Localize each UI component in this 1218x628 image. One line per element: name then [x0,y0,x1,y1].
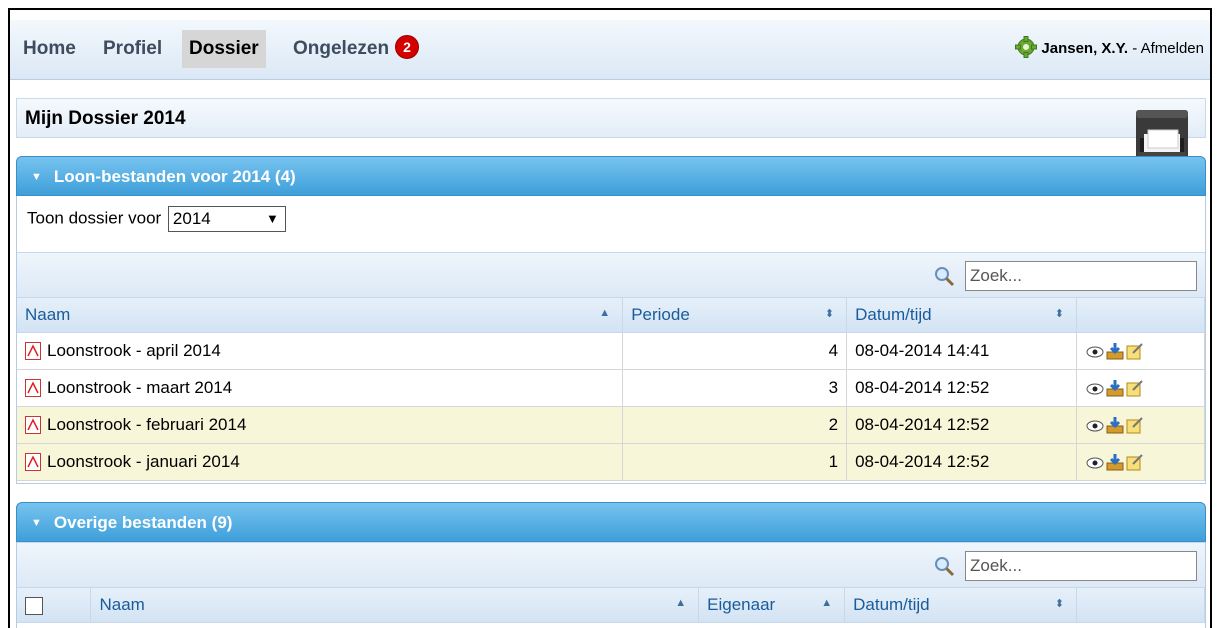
date-cell: 08-04-2014 12:52 [846,443,1077,481]
column-naam[interactable]: Naam ▲ [90,588,700,623]
eye-icon[interactable] [1085,378,1105,398]
loon-panel-title: Loon-bestanden voor 2014 (4) [53,167,296,186]
pdf-icon [25,415,41,434]
table-row[interactable]: Loonstrook - april 2014 4 08-04-2014 14:… [17,332,1205,370]
loon-panel-body: Toon dossier voor 2014 ▼ Zoek... Naam ▲ Pe… [16,196,1206,484]
download-icon[interactable] [1105,341,1125,361]
eye-icon[interactable] [1085,415,1105,435]
pdf-icon [25,452,41,471]
edit-note-icon[interactable] [1125,341,1145,361]
period-cell: 3 [622,369,848,407]
overige-table-header: Naam ▲ Eigenaar ▲ Datum/tijd ⬍ [17,588,1205,623]
year-select-value: 2014 [172,209,211,228]
column-datum-label: Datum/tijd [853,595,930,614]
nav-home[interactable]: Home [16,30,83,68]
file-name[interactable]: Loonstrook - april 2014 [47,341,221,360]
column-periode[interactable]: Periode ⬍ [622,298,848,333]
overige-panel-body: Zoek... Naam ▲ Eigenaar ▲ Datum/tijd ⬍ [16,542,1206,628]
app-frame: Home Profiel Dossier Ongelezen 2 Jansen, … [8,8,1212,628]
pdf-icon [25,341,41,360]
magnifier-icon [935,557,955,577]
column-periode-label: Periode [631,305,690,324]
top-navigation: Home Profiel Dossier Ongelezen 2 Jansen, … [10,20,1210,80]
logout-link[interactable]: Afmelden [1141,40,1204,57]
download-icon[interactable] [1105,452,1125,472]
user-name[interactable]: Jansen, X.Y. [1041,40,1128,57]
download-icon[interactable] [1105,415,1125,435]
user-box: Jansen, X.Y. - Afmelden [1015,36,1204,60]
period-cell: 1 [622,443,848,481]
page-title: Mijn Dossier 2014 [16,98,1206,138]
loon-table: Naam ▲ Periode ⬍ Datum/tijd ⬍ Loonstrook - … [17,298,1205,481]
overige-toolbar: Zoek... [17,542,1205,588]
table-row[interactable]: Loonstrook - januari 2014 1 08-04-2014 1… [17,443,1205,481]
chevron-down-icon: ▼ [266,211,279,226]
column-actions [1076,298,1205,333]
column-actions [1076,588,1205,623]
magnifier-icon [935,267,955,287]
unread-badge: 2 [395,34,420,59]
sort-both-icon: ⬍ [1054,308,1064,320]
sort-asc-icon: ▲ [675,597,687,609]
table-row[interactable]: Loonstrook - februari 2014 2 08-04-2014 … [17,406,1205,444]
column-naam-label: Naam [25,305,71,324]
year-select[interactable]: 2014 ▼ [167,206,286,232]
loon-table-header: Naam ▲ Periode ⬍ Datum/tijd ⬍ [17,298,1205,333]
date-cell: 08-04-2014 12:52 [846,406,1077,444]
select-all-column [17,588,92,623]
triangle-down-icon: ▼ [31,517,42,529]
nav-dossier[interactable]: Dossier [182,30,266,68]
sort-both-icon: ⬍ [824,308,835,320]
date-cell: 08-04-2014 12:52 [846,369,1077,407]
nav-ongelezen[interactable]: Ongelezen 2 [286,30,426,68]
download-icon[interactable] [1105,378,1125,398]
year-filter: Toon dossier voor 2014 ▼ [27,206,286,232]
pdf-icon [25,378,41,397]
loon-panel-header[interactable]: ▼ Loon-bestanden voor 2014 (4) [16,156,1206,196]
column-naam-label: Naam [99,595,145,614]
sort-asc-icon: ▲ [821,597,833,609]
table-row[interactable]: Loonstrook - maart 2014 3 08-04-2014 12:… [17,369,1205,407]
file-name[interactable]: Loonstrook - februari 2014 [47,415,246,434]
column-datum-label: Datum/tijd [855,305,932,324]
loon-search-input[interactable]: Zoek... [965,261,1197,291]
select-all-checkbox[interactable] [25,596,43,615]
overige-panel-header[interactable]: ▼ Overige bestanden (9) [16,502,1206,542]
user-separator: - [1128,39,1141,57]
column-eigenaar[interactable]: Eigenaar ▲ [698,588,846,623]
overige-table: Naam ▲ Eigenaar ▲ Datum/tijd ⬍ [17,588,1205,623]
eye-icon[interactable] [1085,341,1105,361]
date-cell: 08-04-2014 14:41 [846,332,1077,370]
column-datum[interactable]: Datum/tijd ⬍ [846,298,1077,333]
edit-note-icon[interactable] [1125,415,1145,435]
column-naam[interactable]: Naam ▲ [17,298,624,333]
period-cell: 2 [622,406,848,444]
edit-note-icon[interactable] [1125,452,1145,472]
column-datum[interactable]: Datum/tijd ⬍ [844,588,1078,623]
period-cell: 4 [622,332,848,370]
nav-profiel[interactable]: Profiel [96,30,169,68]
triangle-down-icon: ▼ [31,171,42,183]
nav-ongelezen-label: Ongelezen [293,38,390,59]
sort-both-icon: ⬍ [1054,598,1065,610]
sort-asc-icon: ▲ [599,307,611,319]
gear-icon[interactable] [1015,36,1038,58]
file-name[interactable]: Loonstrook - maart 2014 [47,378,232,397]
overige-panel-title: Overige bestanden (9) [53,513,233,532]
overige-search-input[interactable]: Zoek... [965,551,1197,581]
edit-note-icon[interactable] [1125,378,1145,398]
column-eigenaar-label: Eigenaar [707,595,776,614]
loon-toolbar: Zoek... [17,252,1205,298]
year-filter-label: Toon dossier voor [27,208,162,228]
eye-icon[interactable] [1085,452,1105,472]
file-name[interactable]: Loonstrook - januari 2014 [47,452,240,471]
